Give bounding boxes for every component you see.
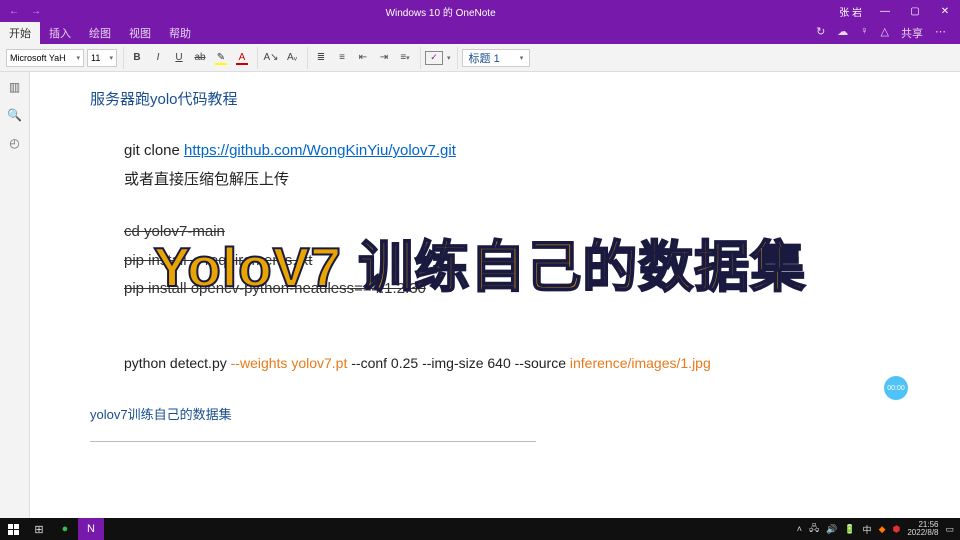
close-button[interactable]: ✕ [930,0,960,22]
todo-checkbox-button[interactable]: ✓ [425,51,443,65]
tab-draw[interactable]: 绘图 [80,22,120,44]
bulb-icon[interactable]: ♀ [860,25,868,41]
ribbon-toolbar: Microsoft YaH▾ 11▾ B I U ab ✎ A A↘ Aᵥ ≣ … [0,44,960,72]
style-select[interactable]: 标题 1▾ [462,49,531,67]
underline-button[interactable]: U [170,49,188,67]
font-size-select[interactable]: 11▾ [87,49,117,67]
tray-up-icon[interactable]: ˄ [797,524,802,534]
tray-volume-icon[interactable]: 🔊 [826,524,837,535]
nav-back-button[interactable]: ← [4,3,24,19]
windows-taskbar: ⊞ ● N ˄ 🖧 🔊 🔋 中 ◆ ⬢ 21:562022/8/8 ▭ [0,518,960,540]
page-canvas[interactable]: 服务器跑yolo代码教程 git clone https://github.co… [30,72,960,518]
section-heading[interactable]: yolov7训练自己的数据集 [90,404,900,423]
tray-network-icon[interactable]: 🖧 [809,521,819,537]
nav-forward-button[interactable]: → [26,3,46,19]
wechat-icon[interactable]: ● [52,518,78,540]
taskview-icon[interactable]: ⊞ [26,518,52,540]
tab-help[interactable]: 帮助 [160,22,200,44]
tray-battery-icon[interactable]: 🔋 [844,524,855,535]
more-icon[interactable]: ⋯ [935,25,946,41]
text-line[interactable]: 或者直接压缩包解压上传 [90,166,900,195]
tab-insert[interactable]: 插入 [40,22,80,44]
cloud-icon[interactable]: ☁ [837,25,848,41]
page-title[interactable]: 服务器跑yolo代码教程 [90,88,900,109]
minimize-button[interactable]: — [870,0,900,22]
text-line[interactable]: python detect.py --weights yolov7.pt --c… [90,350,900,377]
font-name-select[interactable]: Microsoft YaH▾ [6,49,84,67]
recent-icon[interactable]: ◴ [9,136,19,150]
text-line[interactable]: cd yolov7-main [90,218,900,247]
tab-home[interactable]: 开始 [0,22,40,44]
italic-button[interactable]: I [149,49,167,67]
formatpainter-button[interactable]: Aᵥ [283,49,301,67]
maximize-button[interactable]: ▢ [900,0,930,22]
text-line[interactable]: pip install -r requirements.txt [90,247,900,276]
bullets-button[interactable]: ≣ [312,49,330,67]
start-button[interactable] [0,524,26,535]
window-title: Windows 10 的 OneNote [50,4,831,19]
bold-button[interactable]: B [128,49,146,67]
text-line[interactable]: pip install opencv-python-headless==4.1.… [90,275,900,304]
left-rail: ▥ 🔍 ◴ [0,72,30,518]
text-line[interactable]: git clone https://github.com/WongKinYiu/… [90,137,900,166]
tab-view[interactable]: 视图 [120,22,160,44]
notifications-icon[interactable]: ▭ [945,524,954,535]
tray-app-icon[interactable]: ◆ [879,524,886,535]
clearformat-button[interactable]: A↘ [262,49,280,67]
share-button[interactable]: 共享 [901,25,923,41]
search-icon[interactable]: 🔍 [7,108,22,122]
outdent-button[interactable]: ⇤ [354,49,372,67]
taskbar-clock[interactable]: 21:562022/8/8 [907,521,938,537]
ribbon-tabs: 开始 插入 绘图 视图 帮助 ↻ ☁ ♀ △ 共享 ⋯ [0,22,960,44]
fontcolor-button[interactable]: A [233,49,251,67]
numbering-button[interactable]: ≡ [333,49,351,67]
align-button[interactable]: ≡▾ [396,49,414,67]
user-name[interactable]: 张 岩 [831,4,870,19]
window-titlebar: ← → Windows 10 的 OneNote 张 岩 — ▢ ✕ [0,0,960,22]
indent-button[interactable]: ⇥ [375,49,393,67]
divider [90,441,536,442]
tray-shield-icon[interactable]: ⬢ [892,524,900,535]
highlight-button[interactable]: ✎ [212,49,230,67]
timestamp-bubble: 00:00 [884,376,908,400]
onenote-taskbar-icon[interactable]: N [78,518,104,540]
tray-ime[interactable]: 中 [863,523,872,536]
notebooks-icon[interactable]: ▥ [9,80,20,94]
repo-link[interactable]: https://github.com/WongKinYiu/yolov7.git [184,142,456,159]
sync-icon[interactable]: ↻ [816,25,825,41]
strike-button[interactable]: ab [191,49,209,67]
bell-icon[interactable]: △ [881,25,889,41]
